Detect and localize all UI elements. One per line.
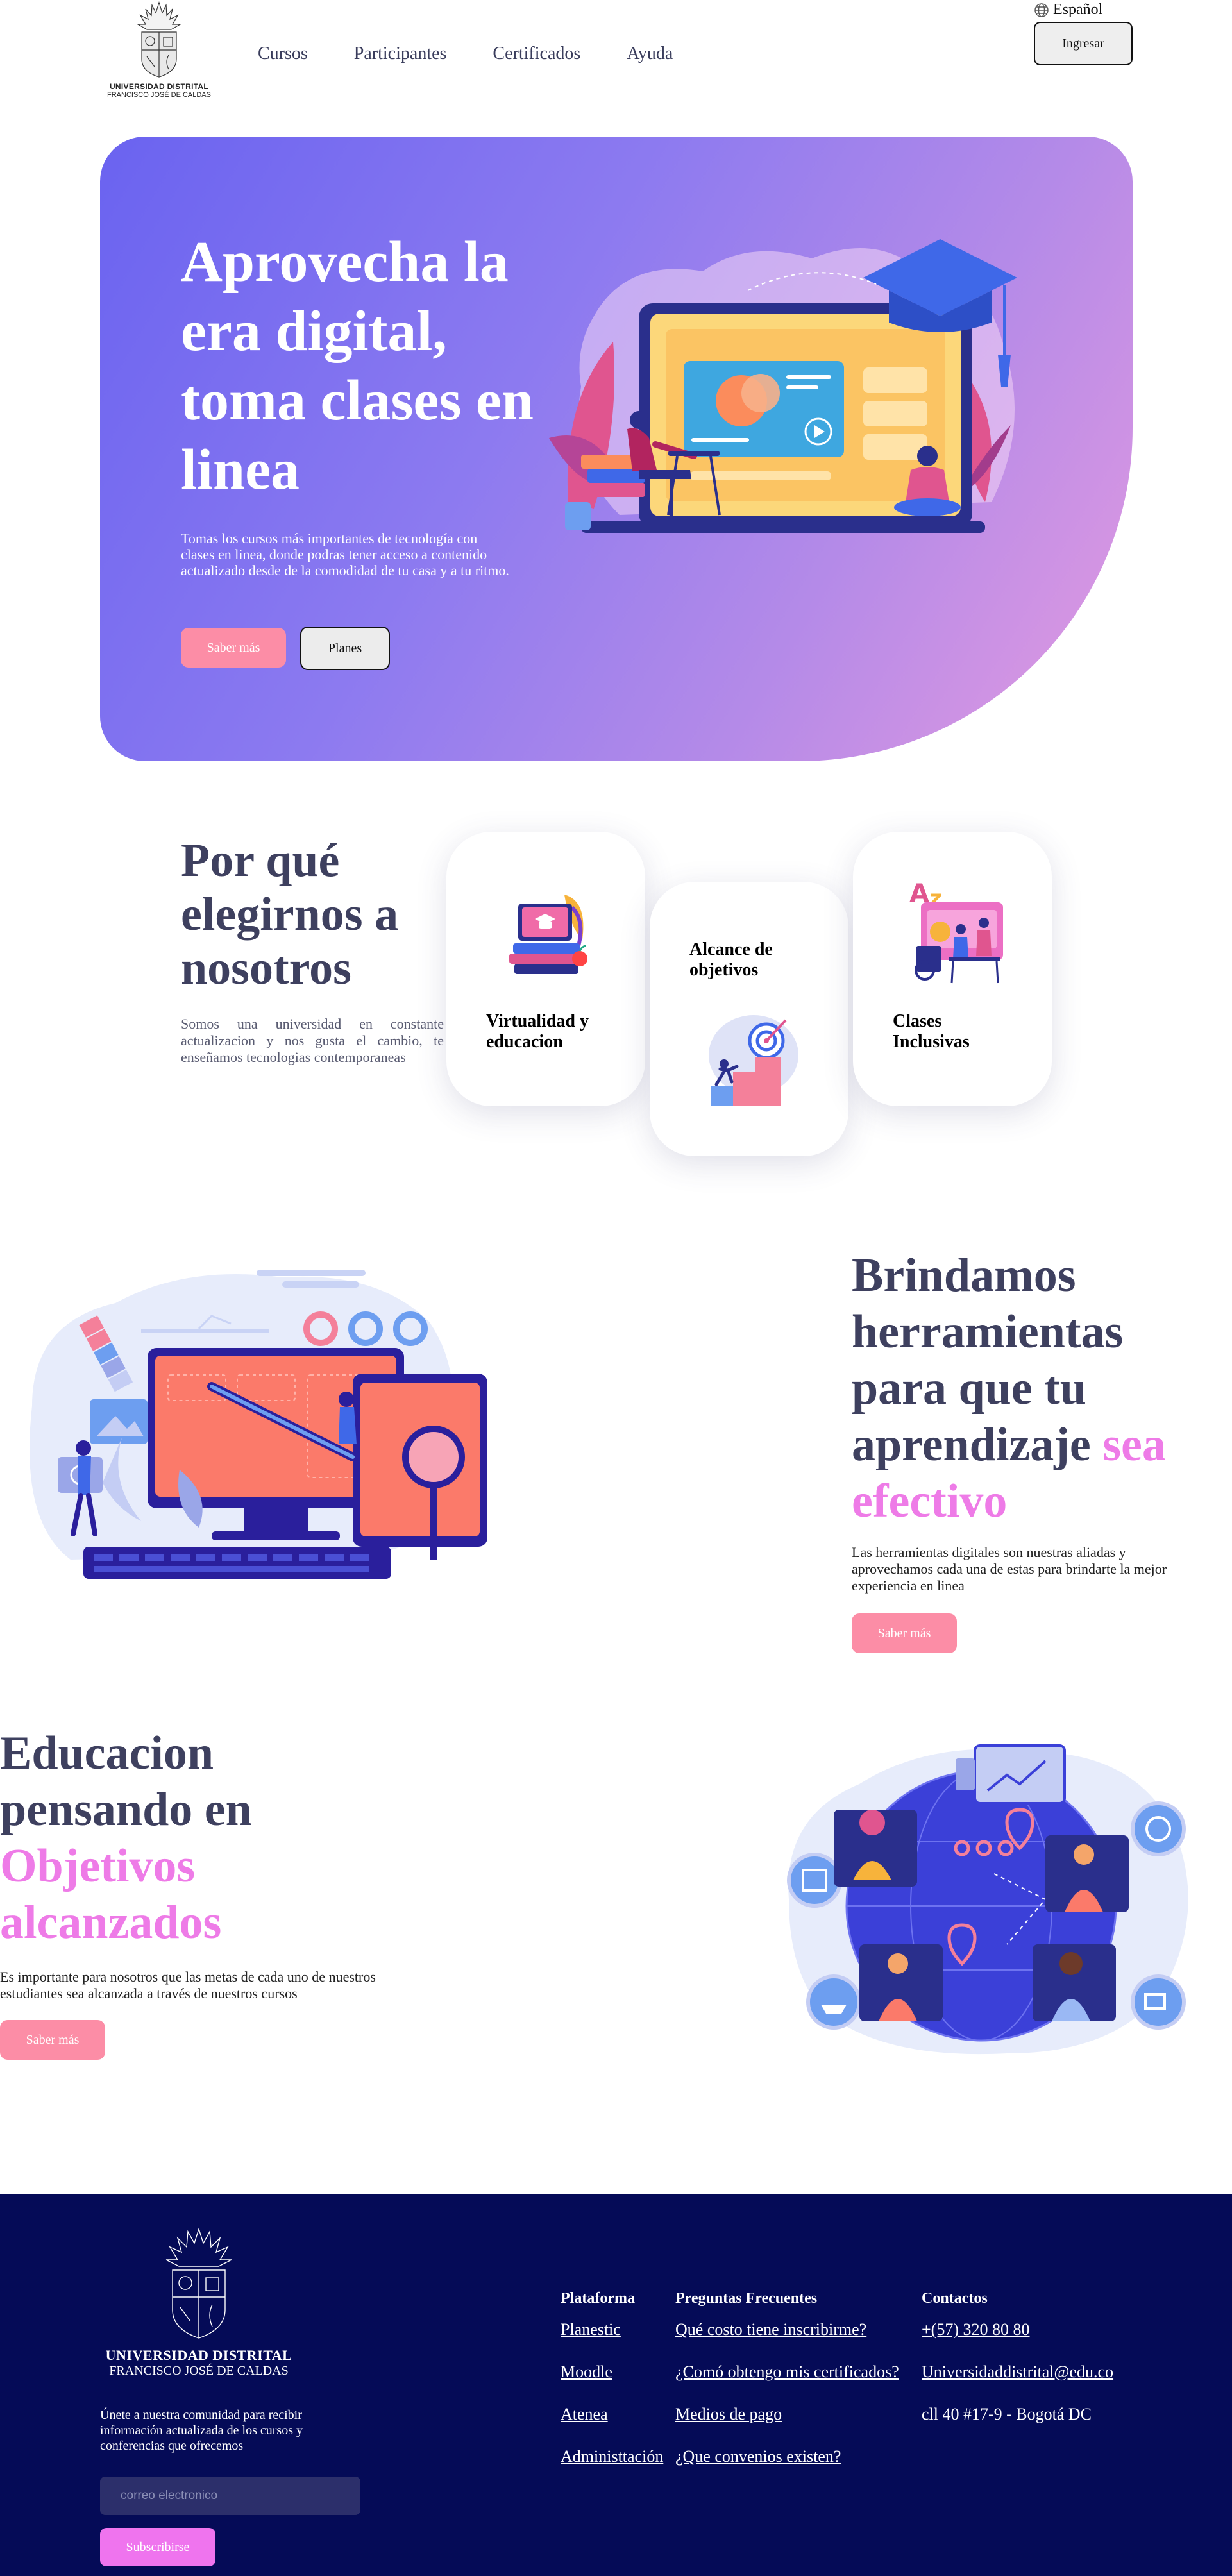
nav-cursos[interactable]: Cursos bbox=[258, 44, 308, 64]
goals-more-button[interactable]: Saber más bbox=[0, 2020, 105, 2060]
hero-plans-button[interactable]: Planes bbox=[300, 627, 390, 670]
language-selector[interactable]: Español bbox=[1034, 1, 1102, 19]
footer-column-faq: Preguntas Frecuentes Qué costo tiene ins… bbox=[675, 2289, 899, 2489]
footer-link-faq-convenios[interactable]: ¿Que convenios existen? bbox=[675, 2447, 899, 2489]
hero-description: Tomas los cursos más importantes de tecn… bbox=[181, 530, 509, 578]
feature-card-virtualidad[interactable]: Virtualidad y educacion bbox=[446, 832, 645, 1106]
hero-more-button[interactable]: Saber más bbox=[181, 628, 286, 668]
global-network-illustration bbox=[787, 1744, 1188, 2055]
why-us-text: Somos una universidad en constante actua… bbox=[181, 1016, 444, 1065]
books-laptop-icon bbox=[509, 895, 587, 974]
nav-ayuda[interactable]: Ayuda bbox=[627, 44, 673, 64]
footer-column-plataforma: Plataforma Planestic Moodle Atenea Admin… bbox=[561, 2289, 663, 2489]
footer-column-contactos: Contactos +(57) 320 80 80 Universidaddis… bbox=[922, 2289, 1113, 2447]
footer-column-title: Contactos bbox=[922, 2290, 988, 2307]
nav-participantes[interactable]: Participantes bbox=[354, 44, 447, 64]
footer-column-title: Plataforma bbox=[561, 2290, 635, 2307]
footer-link-faq-pago[interactable]: Medios de pago bbox=[675, 2405, 899, 2447]
goals-title-main: Educacion pensando en bbox=[0, 1727, 252, 1836]
inclusive-class-icon: A z bbox=[909, 879, 1003, 984]
feature-card-label: Clases Inclusivas bbox=[893, 1011, 970, 1052]
design-tools-illustration bbox=[30, 1270, 487, 1579]
goals-title-highlight: Objetivos alcanzados bbox=[0, 1840, 222, 1949]
hero-title: Aprovecha la era digital, toma clases en… bbox=[181, 230, 534, 501]
footer-logo[interactable]: UNIVERSIDAD DISTRITAL FRANCISCO JOSÉ DE … bbox=[103, 2227, 295, 2378]
footer-link-atenea[interactable]: Atenea bbox=[561, 2405, 663, 2447]
footer-column-title: Preguntas Frecuentes bbox=[675, 2290, 818, 2307]
login-button[interactable]: Ingresar bbox=[1034, 22, 1133, 65]
crest-icon bbox=[165, 2227, 232, 2339]
university-logo[interactable]: UNIVERSIDAD DISTRITAL FRANCISCO JOSÉ DE … bbox=[103, 0, 215, 108]
footer-link-email[interactable]: Universidaddistrital@edu.co bbox=[922, 2362, 1113, 2405]
logo-name: UNIVERSIDAD DISTRITAL bbox=[109, 82, 209, 91]
feature-card-label: Virtualidad y educacion bbox=[486, 1011, 589, 1052]
newsletter-text: Únete a nuestra comunidad para recibir i… bbox=[100, 2408, 303, 2453]
feature-card-label: Alcance de objetivos bbox=[689, 939, 773, 980]
site-footer: UNIVERSIDAD DISTRITAL FRANCISCO JOSÉ DE … bbox=[0, 2194, 1232, 2576]
feature-card-inclusivas[interactable]: A z Clases Inclusivas bbox=[853, 832, 1052, 1106]
site-header: UNIVERSIDAD DISTRITAL FRANCISCO JOSÉ DE … bbox=[0, 0, 1232, 115]
language-label: Español bbox=[1053, 1, 1103, 18]
footer-link-phone[interactable]: +(57) 320 80 80 bbox=[922, 2320, 1113, 2362]
online-class-illustration bbox=[549, 239, 1017, 533]
logo-subtitle: FRANCISCO JOSÉ DE CALDAS bbox=[107, 91, 211, 99]
footer-link-faq-certificados[interactable]: ¿Comó obtengo mis certificados? bbox=[675, 2362, 899, 2405]
subscribe-button[interactable]: Subscribirse bbox=[100, 2528, 215, 2566]
nav-certificados[interactable]: Certificados bbox=[493, 44, 580, 64]
footer-logo-subtitle: FRANCISCO JOSÉ DE CALDAS bbox=[109, 2364, 289, 2378]
main-nav: Cursos Participantes Certificados Ayuda bbox=[258, 44, 719, 64]
globe-icon bbox=[1034, 3, 1049, 17]
footer-link-planestic[interactable]: Planestic bbox=[561, 2320, 663, 2362]
feature-card-objetivos[interactable]: Alcance de objetivos bbox=[650, 882, 848, 1156]
tools-title: Brindamos herramientas para que tu apren… bbox=[852, 1247, 1211, 1529]
crest-icon bbox=[136, 1, 182, 78]
tools-text: Las herramientas digitales son nuestras … bbox=[852, 1544, 1167, 1594]
footer-link-administracion[interactable]: Administtación bbox=[561, 2447, 663, 2489]
goals-title: Educacion pensando en Objetivos alcanzad… bbox=[0, 1725, 359, 1951]
tools-title-main: Brindamos herramientas para que tu apren… bbox=[852, 1249, 1124, 1471]
footer-address: cll 40 #17-9 - Bogotá DC bbox=[922, 2405, 1092, 2423]
tools-more-button[interactable]: Saber más bbox=[852, 1613, 957, 1653]
hero-banner: Aprovecha la era digital, toma clases en… bbox=[100, 137, 1133, 761]
footer-link-moodle[interactable]: Moodle bbox=[561, 2362, 663, 2405]
target-stairs-icon bbox=[709, 1015, 798, 1106]
goals-text: Es importante para nosotros que las meta… bbox=[0, 1969, 376, 2001]
footer-link-faq-costo[interactable]: Qué costo tiene inscribirme? bbox=[675, 2320, 899, 2362]
email-input[interactable] bbox=[100, 2477, 360, 2515]
footer-logo-name: UNIVERSIDAD DISTRITAL bbox=[105, 2347, 292, 2363]
why-us-title: Por qué elegirnos a nosotros bbox=[181, 834, 399, 995]
